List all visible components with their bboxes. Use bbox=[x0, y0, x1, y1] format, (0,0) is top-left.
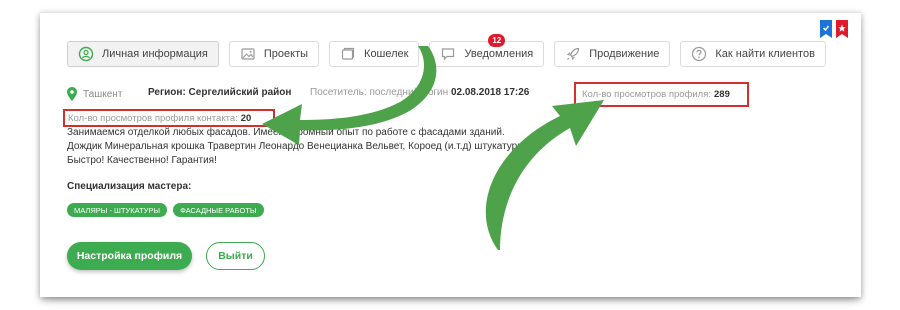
contact-views-highlight: Кол-во просмотров профиля контакта: 20 bbox=[63, 109, 275, 127]
views-label: Кол-во просмотров профиля: bbox=[582, 89, 712, 100]
wallet-icon bbox=[340, 46, 356, 62]
rocket-icon bbox=[565, 46, 581, 62]
user-circle-icon bbox=[78, 46, 94, 62]
specialization-title: Специализация мастера: bbox=[67, 181, 192, 192]
last-login: Посетитель: последний логин 02.08.2018 1… bbox=[310, 87, 529, 98]
profile-description: Занимаемся отделкой любых фасадов. Имеем… bbox=[67, 127, 528, 166]
tab-wallet[interactable]: Кошелек bbox=[329, 41, 420, 67]
contact-views-value: 20 bbox=[240, 112, 252, 124]
notification-count-badge: 12 bbox=[488, 34, 506, 47]
tab-label: Уведомления bbox=[464, 48, 534, 60]
logout-button[interactable]: Выйти bbox=[206, 242, 265, 270]
red-bookmark-icon[interactable] bbox=[836, 20, 848, 38]
last-login-label: Посетитель: последний логин bbox=[310, 87, 449, 98]
blue-bookmark-icon[interactable] bbox=[820, 20, 832, 38]
profile-settings-button[interactable]: Настройка профиля bbox=[67, 242, 192, 270]
city-label: Ташкент bbox=[83, 88, 123, 100]
specialization-chip[interactable]: Фасадные работы bbox=[173, 203, 264, 217]
tab-find-clients[interactable]: Как найти клиентов bbox=[680, 41, 826, 67]
location-pin-icon bbox=[67, 87, 77, 101]
location: Ташкент bbox=[67, 86, 122, 102]
region-label: Регион: Сергелийский район bbox=[148, 87, 292, 98]
tab-label: Как найти клиентов bbox=[715, 48, 815, 60]
tab-promotion[interactable]: Продвижение bbox=[554, 41, 671, 67]
specialization-chip[interactable]: Маляры - штукатуры bbox=[67, 203, 168, 217]
tab-personal-info[interactable]: Личная информация bbox=[67, 41, 219, 67]
tab-notifications[interactable]: Уведомления 12 bbox=[429, 34, 545, 67]
question-circle-icon bbox=[691, 46, 707, 62]
last-login-value: 02.08.2018 17:26 bbox=[450, 87, 530, 98]
chat-bubble-icon bbox=[440, 46, 456, 62]
views-value: 289 bbox=[714, 89, 730, 100]
tab-label: Кошелек bbox=[364, 48, 409, 60]
tab-projects[interactable]: Проекты bbox=[228, 41, 320, 67]
specialization-chips: Маляры - штукатуры Фасадные работы bbox=[67, 203, 264, 217]
tab-label: Проекты bbox=[263, 48, 309, 60]
bookmark-ribbons bbox=[820, 20, 848, 38]
profile-views-highlight: Кол-во просмотров профиля: 289 bbox=[574, 82, 749, 107]
tab-label: Продвижение bbox=[589, 48, 660, 60]
contact-views-label: Кол-во просмотров профиля контакта: bbox=[68, 112, 238, 124]
tab-label: Личная информация bbox=[102, 48, 208, 60]
profile-tabs: Личная информация Проекты Кошелек Уведом… bbox=[67, 34, 826, 67]
image-icon bbox=[240, 46, 256, 62]
